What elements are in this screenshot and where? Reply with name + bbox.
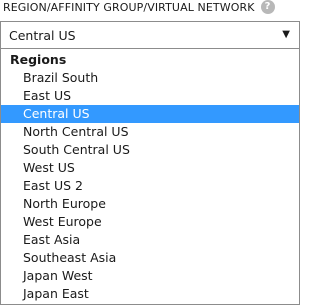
option-east-us-2[interactable]: East US 2: [1, 177, 299, 195]
option-southeast-asia[interactable]: Southeast Asia: [1, 249, 299, 267]
option-japan-east[interactable]: Japan East: [1, 285, 299, 303]
region-dropdown-list: Regions Brazil South East US Central US …: [0, 49, 300, 305]
option-west-europe[interactable]: West Europe: [1, 213, 299, 231]
option-south-central-us[interactable]: South Central US: [1, 141, 299, 159]
field-label-row: REGION/AFFINITY GROUP/VIRTUAL NETWORK ?: [3, 0, 275, 14]
group-header-regions: Regions: [10, 52, 67, 67]
chevron-down-icon[interactable]: ▼: [282, 29, 290, 40]
option-japan-west[interactable]: Japan West: [1, 267, 299, 285]
region-selector: REGION/AFFINITY GROUP/VIRTUAL NETWORK ? …: [0, 0, 300, 305]
region-select[interactable]: Central US ▼: [0, 21, 300, 49]
help-icon[interactable]: ?: [260, 0, 275, 14]
option-east-us[interactable]: East US: [1, 87, 299, 105]
option-north-europe[interactable]: North Europe: [1, 195, 299, 213]
option-north-central-us[interactable]: North Central US: [1, 123, 299, 141]
option-central-us[interactable]: Central US: [1, 105, 299, 123]
select-value: Central US: [9, 28, 76, 43]
option-west-us[interactable]: West US: [1, 159, 299, 177]
field-label: REGION/AFFINITY GROUP/VIRTUAL NETWORK: [3, 0, 255, 14]
option-east-asia[interactable]: East Asia: [1, 231, 299, 249]
option-brazil-south[interactable]: Brazil South: [1, 69, 299, 87]
